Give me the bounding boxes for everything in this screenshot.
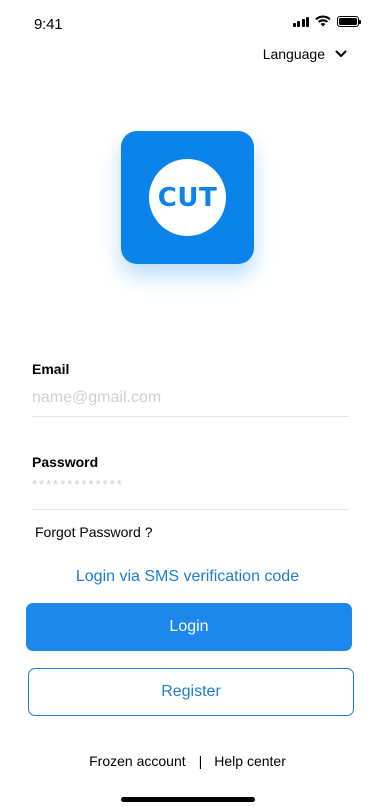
logo-circle: CUT (149, 159, 226, 236)
status-icons (292, 15, 361, 27)
email-divider (32, 416, 349, 417)
email-field[interactable] (32, 387, 349, 409)
help-center-link[interactable]: Help center (214, 753, 286, 769)
password-divider (32, 509, 349, 510)
password-field[interactable] (32, 474, 349, 494)
language-selector[interactable]: Language (263, 46, 347, 62)
forgot-password-link[interactable]: Forgot Password ? (35, 524, 153, 540)
footer-separator: | (198, 753, 203, 769)
status-bar: 9:41 (0, 0, 375, 44)
sms-login-link[interactable]: Login via SMS verification code (0, 568, 375, 586)
frozen-account-link[interactable]: Frozen account (89, 753, 186, 769)
status-time: 9:41 (34, 16, 63, 33)
logo-text: CUT (157, 182, 218, 213)
battery-icon (337, 15, 361, 27)
password-label: Password (32, 454, 99, 470)
chevron-down-icon (335, 50, 347, 57)
register-button[interactable]: Register (28, 668, 354, 716)
wifi-icon (315, 15, 331, 27)
language-label: Language (262, 46, 325, 62)
cellular-signal-icon (292, 16, 309, 27)
email-label: Email (32, 361, 70, 377)
app-logo: CUT (121, 131, 254, 264)
footer-links: Frozen account | Help center (0, 753, 375, 769)
home-indicator (121, 797, 255, 802)
login-button[interactable]: Login (26, 603, 352, 651)
